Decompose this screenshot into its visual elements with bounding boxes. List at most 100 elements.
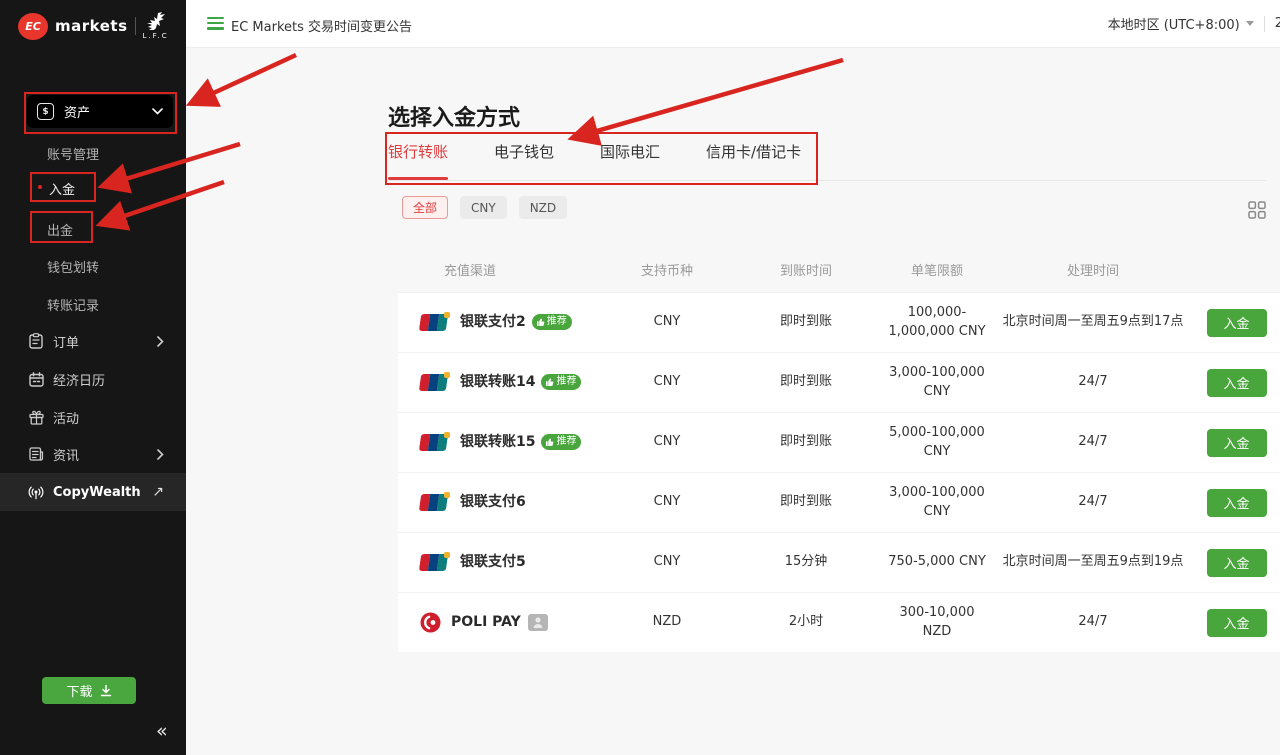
activity-label: 活动 <box>53 408 186 427</box>
sidebar-item-economic-calendar[interactable]: 经济日历 <box>0 362 186 396</box>
deposit-button[interactable]: 入金 <box>1207 429 1267 457</box>
announcement-text[interactable]: EC Markets 交易时间变更公告 <box>231 16 412 35</box>
sidebar-item-transfer-records[interactable]: 转账记录 <box>47 295 99 314</box>
currency-filters: 全部 CNY NZD <box>402 196 567 219</box>
calendar-icon <box>28 371 44 387</box>
cell-processing: 24/7 <box>993 373 1193 392</box>
header-processing: 处理时间 <box>993 260 1193 279</box>
sidebar-item-orders[interactable]: 订单 <box>0 324 186 358</box>
unionpay-logo-icon <box>420 492 450 512</box>
deposit-channels-table: 充值渠道 支持币种 到账时间 单笔限额 处理时间 银联支付2 推荐 CNY 即时… <box>398 246 1280 652</box>
sidebar-item-assets[interactable]: $ 资产 <box>27 95 173 128</box>
sidebar-item-activity[interactable]: 活动 <box>0 400 186 434</box>
chevron-right-icon <box>157 336 164 347</box>
download-icon <box>100 685 112 697</box>
recommended-badge: 推荐 <box>541 434 581 450</box>
sidebar-item-news[interactable]: 资讯 <box>0 437 186 471</box>
poli-pay-logo-icon <box>420 612 441 633</box>
collapse-sidebar-button[interactable]: « <box>156 720 168 742</box>
brand-name: markets <box>55 17 128 35</box>
cell-limit: 100,000-1,000,000 CNY <box>881 304 993 342</box>
deposit-button[interactable]: 入金 <box>1207 609 1267 637</box>
download-label: 下载 <box>66 681 92 700</box>
topbar-divider <box>1264 16 1265 32</box>
cell-currency: CNY <box>603 433 731 452</box>
deposit-button[interactable]: 入金 <box>1207 369 1267 397</box>
broadcast-icon <box>28 484 44 500</box>
cell-limit: 3,000-100,000 CNY <box>881 364 993 402</box>
ec-logo-icon: EC <box>18 13 48 40</box>
annotation-arrow-assets <box>194 55 296 102</box>
cell-currency: CNY <box>603 493 731 512</box>
recommended-badge: 推荐 <box>541 374 581 390</box>
deposit-button[interactable]: 入金 <box>1207 309 1267 337</box>
unionpay-logo-icon <box>420 312 450 332</box>
assets-label: 资产 <box>64 102 152 121</box>
lfc-label: L.F.C <box>143 32 169 40</box>
table-row: 银联转账15 推荐 CNY 即时到账 5,000-100,000 CNY 24/… <box>398 412 1280 472</box>
channel-name: POLI PAY <box>451 612 521 632</box>
cell-currency: CNY <box>603 373 731 392</box>
header-arrival: 到账时间 <box>731 260 881 279</box>
chevron-right-icon <box>157 449 164 460</box>
channel-name: 银联转账14 <box>460 372 535 392</box>
sidebar-item-deposit[interactable]: 入金 <box>49 179 75 198</box>
filter-nzd[interactable]: NZD <box>519 196 567 219</box>
orders-label: 订单 <box>53 332 157 351</box>
download-button[interactable]: 下载 <box>42 677 136 704</box>
sidebar: EC markets L.F.C $ 资产 账号管理 入金 出金 钱包划转 转账… <box>0 0 186 755</box>
brand-logo[interactable]: EC markets L.F.C <box>18 12 169 40</box>
copywealth-label: CopyWealth <box>53 485 152 500</box>
cell-arrival: 即时到账 <box>731 493 881 512</box>
deposit-button[interactable]: 入金 <box>1207 489 1267 517</box>
unionpay-logo-icon <box>420 432 450 452</box>
sidebar-item-copywealth[interactable]: CopyWealth ↗ <box>0 473 186 511</box>
deposit-button[interactable]: 入金 <box>1207 549 1267 577</box>
sidebar-item-wallet-transfer[interactable]: 钱包划转 <box>47 257 99 276</box>
dollar-square-icon: $ <box>37 103 54 120</box>
sidebar-item-account-management[interactable]: 账号管理 <box>47 144 99 163</box>
table-row: 银联支付2 推荐 CNY 即时到账 100,000-1,000,000 CNY … <box>398 292 1280 352</box>
cell-processing: 24/7 <box>993 613 1193 632</box>
table-row: 银联转账14 推荐 CNY 即时到账 3,000-100,000 CNY 24/… <box>398 352 1280 412</box>
header-limit: 单笔限额 <box>881 260 993 279</box>
filter-cny[interactable]: CNY <box>460 196 507 219</box>
announcement-icon[interactable] <box>207 17 224 30</box>
cell-currency: NZD <box>603 613 731 632</box>
sidebar-item-withdraw[interactable]: 出金 <box>47 220 73 239</box>
channel-name: 银联转账15 <box>460 432 535 452</box>
cell-processing: 24/7 <box>993 433 1193 452</box>
cell-arrival: 即时到账 <box>731 313 881 332</box>
topbar-cutoff-text: 2 <box>1275 16 1280 31</box>
table-row: 银联支付6 CNY 即时到账 3,000-100,000 CNY 24/7 入金 <box>398 472 1280 532</box>
tab-international-wire[interactable]: 国际电汇 <box>600 141 660 180</box>
tab-ewallet[interactable]: 电子钱包 <box>494 141 554 180</box>
annotation-arrow-tabs <box>576 60 843 137</box>
cell-limit: 750-5,000 CNY <box>881 553 993 572</box>
cell-arrival: 2小时 <box>731 613 881 632</box>
lfc-logo: L.F.C <box>143 12 169 40</box>
economic-calendar-label: 经济日历 <box>53 370 186 389</box>
active-dot <box>38 185 42 189</box>
tab-bank-transfer[interactable]: 银行转账 <box>388 141 448 180</box>
recommended-badge: 推荐 <box>532 314 572 330</box>
cell-limit: 3,000-100,000 CNY <box>881 484 993 522</box>
table-row: POLI PAY NZD 2小时 300-10,000 NZD 24/7 入金 <box>398 592 1280 652</box>
topbar: EC Markets 交易时间变更公告 本地时区 (UTC+8:00) 2 <box>186 0 1280 48</box>
deposit-label: 入金 <box>49 183 75 198</box>
cell-limit: 5,000-100,000 CNY <box>881 424 993 462</box>
tab-credit-debit-card[interactable]: 信用卡/借记卡 <box>706 141 801 180</box>
timezone-label: 本地时区 (UTC+8:00) <box>1108 14 1240 33</box>
liver-bird-icon <box>145 12 167 31</box>
grid-view-icon[interactable] <box>1248 201 1266 223</box>
deposit-method-tabs: 银行转账 电子钱包 国际电汇 信用卡/借记卡 <box>388 141 1266 181</box>
caret-down-icon <box>1246 21 1254 26</box>
timezone-selector[interactable]: 本地时区 (UTC+8:00) 2 <box>1108 0 1280 47</box>
thumb-up-icon <box>546 378 554 386</box>
cell-processing: 北京时间周一至周五9点到19点 <box>993 553 1193 572</box>
cell-arrival: 即时到账 <box>731 433 881 452</box>
news-label: 资讯 <box>53 445 157 464</box>
filter-all[interactable]: 全部 <box>402 196 448 219</box>
cell-arrival: 15分钟 <box>731 553 881 572</box>
cell-limit: 300-10,000 NZD <box>881 604 993 642</box>
